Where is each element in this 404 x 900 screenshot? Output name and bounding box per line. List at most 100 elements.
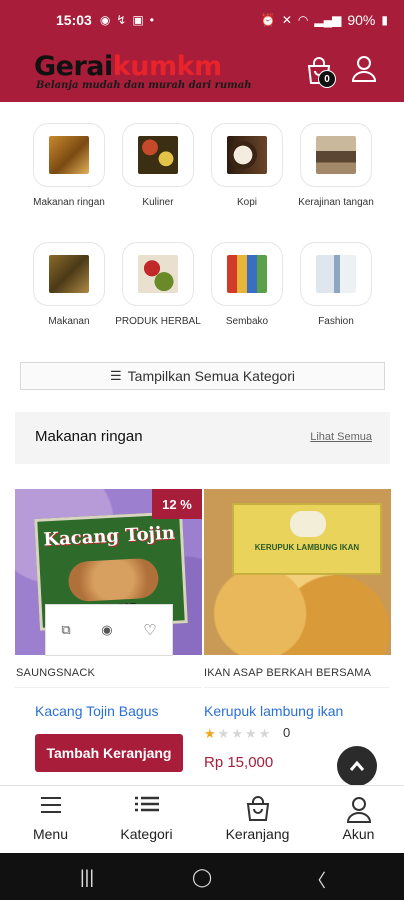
category-tile (34, 243, 104, 305)
category-label: Kopi (236, 197, 257, 208)
rating-stars: ★ ★ ★ ★ ★ (204, 726, 270, 742)
category-kerajinan-tangan[interactable]: Kerajinan tangan (291, 124, 381, 211)
cart-count-badge: 0 (318, 70, 336, 88)
product-image[interactable]: KERUPUK LAMBUNG IKAN (204, 489, 391, 655)
category-label: Sembako (225, 316, 269, 327)
whatsapp-icon: ◉ (99, 13, 111, 27)
battery-level: 90% (347, 12, 376, 28)
food-image (49, 255, 89, 293)
chevron-up-icon (349, 760, 365, 771)
category-label: PRODUK HERBAL (115, 316, 201, 327)
category-label: Makanan (48, 316, 90, 327)
home-button[interactable]: ◯ (192, 867, 212, 888)
list-icon: ☰ (110, 368, 122, 383)
nav-label: Kategori (120, 826, 173, 842)
back-button[interactable]: 〈 (308, 867, 326, 893)
section-title: Makanan ringan (35, 428, 143, 445)
quick-actions: ⧉ ◉ ♡ (45, 604, 173, 656)
recent-apps-button[interactable]: ||| (80, 867, 94, 888)
battery-icon: ▮ (381, 13, 388, 27)
star-icon: ★ (217, 726, 230, 741)
category-tile (212, 124, 282, 186)
product-seller[interactable]: SAUNGSNACK (16, 667, 95, 679)
add-to-cart-button[interactable]: Tambah Keranjang (35, 734, 183, 772)
logo-tagline: Belanja mudah dan murah dari rumah (36, 80, 252, 91)
hamburger-icon (40, 797, 61, 813)
missed-call-icon: ↯ (116, 13, 127, 27)
product-name[interactable]: Kerupuk lambung ikan (204, 703, 343, 719)
product-image-title: Kacang Tojin (42, 522, 176, 551)
mute-icon: ✕ (281, 13, 292, 27)
nav-label: Keranjang (225, 826, 290, 842)
category-label: Kerajinan tangan (298, 197, 374, 208)
app-header: Geraikumkm Belanja mudah dan murah dari … (0, 40, 404, 102)
compare-icon[interactable]: ⧉ (61, 622, 70, 638)
signal-icon: ▂▄▆ (314, 13, 342, 27)
logo-text-part1: Gerai (34, 51, 113, 82)
star-icon: ★ (258, 726, 271, 741)
snack-image (49, 136, 89, 174)
quick-view-icon[interactable]: ◉ (101, 622, 112, 638)
category-produk-herbal[interactable]: PRODUK HERBAL (113, 243, 203, 330)
product-image-title: KERUPUK LAMBUNG IKAN (254, 543, 360, 552)
food-image (138, 136, 178, 174)
dot-icon: • (149, 13, 154, 27)
star-icon: ★ (204, 726, 216, 741)
account-button[interactable] (350, 54, 378, 84)
category-tile (212, 243, 282, 305)
system-navigation-bar: ||| ◯ 〈 (0, 853, 404, 900)
craft-image (316, 136, 356, 174)
category-kuliner[interactable]: Kuliner (113, 124, 203, 211)
product-name[interactable]: Kacang Tojin Bagus (35, 703, 159, 719)
site-logo[interactable]: Geraikumkm Belanja mudah dan murah dari … (34, 51, 251, 92)
category-sembako[interactable]: Sembako (202, 243, 292, 330)
logo-text-part2: kumkm (112, 51, 222, 82)
show-all-categories-button[interactable]: ☰ Tampilkan Semua Kategori (20, 362, 385, 390)
category-tile (301, 124, 371, 186)
list-icon (134, 796, 159, 812)
nav-menu[interactable]: Menu (0, 786, 101, 854)
nav-akun[interactable]: Akun (308, 786, 404, 854)
category-tile (123, 243, 193, 305)
groceries-image (227, 255, 267, 293)
category-label: Makanan ringan (33, 197, 105, 208)
wishlist-icon[interactable]: ♡ (143, 621, 156, 639)
nav-label: Akun (342, 826, 375, 842)
fashion-image (316, 255, 356, 293)
user-icon (351, 56, 377, 82)
product-price: Rp 15,000 (204, 754, 274, 771)
status-time: 15:03 (56, 12, 92, 28)
nav-label: Menu (32, 826, 69, 842)
category-fashion[interactable]: Fashion (291, 243, 381, 330)
category-kopi[interactable]: Kopi (202, 124, 292, 211)
divider (15, 687, 202, 688)
nav-kategori[interactable]: Kategori (96, 786, 197, 854)
category-makanan-ringan[interactable]: Makanan ringan (24, 124, 114, 211)
show-all-label: Tampilkan Semua Kategori (127, 368, 295, 384)
bottom-navigation: Menu Kategori Keranjang Akun (0, 785, 404, 853)
nav-keranjang[interactable]: Keranjang (207, 786, 308, 854)
category-tile (34, 124, 104, 186)
coffee-image (227, 136, 267, 174)
section-header: Makanan ringan Lihat Semua (15, 412, 390, 464)
star-icon: ★ (231, 726, 243, 741)
bag-icon: ▣ (132, 13, 144, 27)
discount-badge: 12 % (152, 489, 202, 519)
product-card[interactable]: KERUPUK LAMBUNG IKAN (204, 489, 391, 789)
wifi-icon: ◠ (297, 13, 309, 27)
status-bar: 15:03 ◉ ↯ ▣ • ⏰ ✕ ◠ ▂▄▆ 90% ▮ (0, 0, 404, 40)
category-makanan[interactable]: Makanan (24, 243, 114, 330)
herbal-image (138, 255, 178, 293)
category-label: Kuliner (142, 197, 174, 208)
rating-count: 0 (283, 725, 291, 740)
shopping-bag-icon (246, 796, 269, 821)
scroll-to-top-button[interactable] (337, 746, 377, 786)
divider (204, 687, 390, 688)
category-tile (123, 124, 193, 186)
product-seller[interactable]: IKAN ASAP BERKAH BERSAMA (204, 667, 371, 679)
star-icon: ★ (244, 726, 257, 741)
user-icon (346, 797, 371, 823)
category-label: Fashion (318, 316, 354, 327)
category-tile (301, 243, 371, 305)
see-all-link[interactable]: Lihat Semua (310, 431, 372, 443)
